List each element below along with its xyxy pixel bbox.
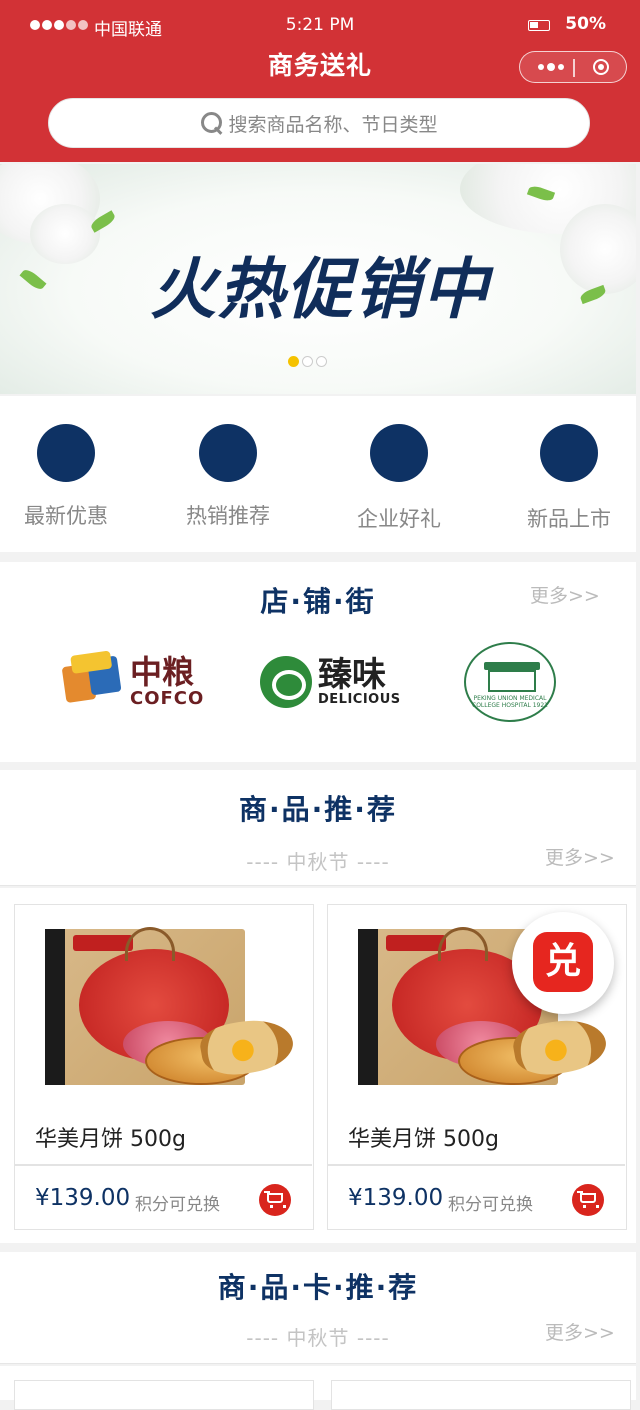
quick-nav-corporate-gifts[interactable]: 企业好礼 bbox=[339, 424, 459, 533]
banner-dot[interactable] bbox=[288, 356, 299, 367]
category-icon bbox=[540, 424, 598, 482]
cofco-logo-icon bbox=[60, 649, 127, 715]
banner-pagination bbox=[288, 356, 327, 367]
product-name: 华美月饼 500g bbox=[348, 1127, 499, 1152]
card-divider bbox=[328, 1164, 625, 1166]
banner-dot[interactable] bbox=[302, 356, 313, 367]
quick-nav: 最新优惠 热销推荐 企业好礼 新品上市 bbox=[0, 396, 636, 552]
capsule-divider bbox=[573, 59, 575, 77]
store-name: 臻味 bbox=[318, 654, 386, 695]
points-note: 积分可兑换 bbox=[135, 1195, 220, 1215]
store-name: 中粮 bbox=[130, 652, 195, 691]
product-card[interactable]: 华美月饼 500g ¥139.00 积分可兑换 bbox=[14, 904, 314, 1230]
more-link[interactable]: 更多>> bbox=[545, 843, 615, 870]
search-input[interactable]: 搜索商品名称、节日类型 bbox=[48, 98, 590, 148]
add-to-cart-button[interactable] bbox=[259, 1184, 291, 1216]
section-subtitle: ---- 中秋节 ---- bbox=[246, 1326, 390, 1350]
banner-headline: 火热促销中 bbox=[150, 251, 490, 328]
section-subtitle: ---- 中秋节 ---- bbox=[246, 850, 390, 874]
section-title: 商·品·推·荐 bbox=[239, 793, 397, 826]
quick-nav-new-arrivals[interactable]: 新品上市 bbox=[509, 424, 629, 533]
quick-nav-label: 最新优惠 bbox=[24, 504, 108, 528]
store-street-section: 店·铺·街 更多>> 中粮 COFCO 臻味 DELICIOUS PEKING … bbox=[0, 562, 636, 762]
close-miniapp-icon[interactable] bbox=[593, 59, 609, 75]
points-note: 积分可兑换 bbox=[448, 1195, 533, 1215]
store-name-en: COFCO bbox=[130, 687, 205, 709]
card-divider bbox=[15, 1164, 312, 1166]
search-placeholder: 搜索商品名称、节日类型 bbox=[228, 113, 438, 136]
quick-nav-label: 热销推荐 bbox=[186, 504, 270, 528]
more-options-icon[interactable] bbox=[538, 63, 564, 71]
product-price: ¥139.00 bbox=[348, 1185, 444, 1211]
category-icon bbox=[37, 424, 95, 482]
store-name-en: DELICIOUS bbox=[318, 691, 401, 707]
miniapp-capsule bbox=[519, 51, 627, 83]
cart-icon bbox=[264, 1191, 286, 1208]
delicious-logo-icon bbox=[260, 656, 312, 708]
quick-nav-label: 新品上市 bbox=[527, 507, 611, 531]
more-link[interactable]: 更多>> bbox=[530, 581, 600, 608]
battery-icon bbox=[528, 20, 550, 31]
product-recommend-header: 商·品·推·荐 ---- 中秋节 ---- 更多>> bbox=[0, 770, 636, 886]
page-edge bbox=[636, 164, 640, 1400]
seal-caption: PEKING UNION MEDICAL COLLEGE HOSPITAL 19… bbox=[472, 695, 548, 709]
quick-nav-hot-picks[interactable]: 热销推荐 bbox=[168, 424, 288, 530]
product-name: 华美月饼 500g bbox=[35, 1127, 186, 1152]
hospital-seal-icon: PEKING UNION MEDICAL COLLEGE HOSPITAL 19… bbox=[464, 642, 556, 722]
quick-nav-label: 企业好礼 bbox=[357, 507, 441, 531]
top-header: 中国联通 5:21 PM 50% 商务送礼 搜索商品名称、节日类型 bbox=[0, 0, 640, 162]
section-title: 商·品·卡·推·荐 bbox=[217, 1271, 419, 1304]
points-exchange-float-button[interactable]: 兑 bbox=[512, 912, 614, 1014]
cart-icon bbox=[577, 1191, 599, 1208]
store-logo-delicious[interactable]: 臻味 DELICIOUS bbox=[260, 642, 401, 722]
product-price: ¥139.00 bbox=[35, 1185, 131, 1211]
product-card-partial[interactable] bbox=[331, 1380, 631, 1410]
battery-percent: 50% bbox=[565, 14, 606, 34]
category-icon bbox=[370, 424, 428, 482]
category-icon bbox=[199, 424, 257, 482]
search-icon bbox=[200, 111, 224, 135]
store-logo-pumch[interactable]: PEKING UNION MEDICAL COLLEGE HOSPITAL 19… bbox=[464, 642, 556, 722]
product-card-partial[interactable] bbox=[14, 1380, 314, 1410]
store-logo-cofco[interactable]: 中粮 COFCO bbox=[61, 642, 205, 722]
product-image bbox=[33, 925, 297, 1095]
quick-nav-latest-deals[interactable]: 最新优惠 bbox=[6, 424, 126, 530]
status-bar: 中国联通 5:21 PM 50% bbox=[0, 12, 640, 40]
card-recommend-header: 商·品·卡·推·荐 ---- 中秋节 ---- 更多>> bbox=[0, 1252, 636, 1364]
more-link[interactable]: 更多>> bbox=[545, 1318, 615, 1345]
banner-dot[interactable] bbox=[316, 356, 327, 367]
promo-banner[interactable]: 火热促销中 bbox=[0, 164, 640, 394]
add-to-cart-button[interactable] bbox=[572, 1184, 604, 1216]
exchange-icon: 兑 bbox=[533, 932, 593, 992]
